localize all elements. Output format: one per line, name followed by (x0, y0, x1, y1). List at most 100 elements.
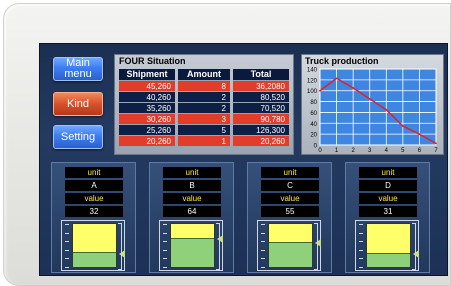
scale-tick (359, 267, 363, 268)
scale-tick (65, 267, 69, 268)
table-cell-shipment: 40,260 (119, 92, 175, 103)
table-cell-amount: 8 (178, 81, 230, 92)
table-cell-amount: 5 (178, 125, 230, 136)
x-tick-label: 1 (335, 148, 339, 154)
data-point (385, 108, 388, 111)
value-label: value (359, 193, 417, 204)
amount-column: Amount 822351 (178, 69, 230, 147)
scale-tick (163, 241, 167, 243)
scale-bracket (412, 223, 416, 270)
scale-tick (359, 258, 363, 260)
data-point (352, 87, 355, 89)
scale-tick (261, 241, 265, 243)
tank-gauge-a: unit Avalue 32 (51, 162, 136, 273)
scale-bracket (314, 223, 318, 270)
scale-tick (359, 241, 363, 243)
tank-name: A (65, 180, 123, 191)
y-tick-label: 0 (314, 144, 318, 150)
scale-tick (65, 258, 69, 260)
hmi-screen: Main menu Kind Setting FOUR Situation Sh… (39, 43, 448, 276)
main-menu-button[interactable]: Main menu (53, 57, 103, 81)
tank-fill-level (269, 242, 312, 267)
table-cell-amount: 1 (178, 136, 230, 147)
tank-level-box (355, 220, 419, 271)
chart-plot: 0 20 40 60 80 100 120 140 0 1 2 3 4 5 6 7 (307, 68, 438, 155)
table-cell-total: 80,520 (233, 92, 289, 103)
table-cell-amount: 2 (178, 103, 230, 114)
y-tick-label: 120 (307, 78, 318, 84)
scale-tick (359, 224, 363, 225)
unit-label: unit (65, 167, 123, 178)
x-tick-label: 4 (385, 148, 389, 154)
tank-value: 64 (163, 206, 221, 217)
tank-fill-level (73, 252, 116, 267)
tank-vessel (366, 223, 411, 268)
unit-label: unit (359, 167, 417, 178)
tank-gauge-d: unit Dvalue 31 (345, 162, 430, 273)
value-label: value (163, 193, 221, 204)
tank-value: 55 (261, 206, 319, 217)
table-cell-shipment: 35,260 (119, 103, 175, 114)
tank-value: 31 (359, 206, 417, 217)
total-column: Total 36,2080 80,520 70,520 90,780 126,300 20… (233, 69, 289, 147)
scale-tick (359, 249, 363, 251)
y-tick-label: 60 (310, 111, 317, 117)
y-tick-label: 40 (310, 122, 317, 128)
table-cell-shipment: 45,260 (119, 81, 175, 92)
data-point (435, 142, 437, 145)
tank-vessel (72, 223, 117, 268)
setting-button[interactable]: Setting (53, 125, 103, 149)
tank-level-box (61, 220, 125, 271)
y-tick-label: 140 (307, 68, 318, 74)
scale-tick (261, 249, 265, 251)
scale-bracket (118, 223, 122, 270)
scale-tick (163, 232, 167, 234)
table-cell-total: 90,780 (233, 114, 289, 125)
x-tick-label: 0 (318, 148, 322, 154)
data-point (401, 125, 404, 127)
table-title: FOUR Situation (119, 56, 186, 66)
unit-label: unit (261, 167, 319, 178)
x-tick-label: 5 (401, 148, 405, 154)
y-tick-label: 20 (310, 133, 317, 139)
x-tick-label: 6 (418, 148, 422, 154)
tank-level-box (257, 220, 321, 271)
column-header: Amount (178, 69, 230, 81)
situation-table-panel: FOUR Situation Shipment 45,260 40,260 35,2… (114, 54, 294, 155)
truck-production-chart: Truck production 0 20 40 60 80 100 120 140 0 1 2 3 4… (301, 54, 444, 155)
scale-tick (65, 224, 69, 225)
scale-tick (163, 224, 167, 225)
tank-gauge-b: unit Bvalue 64 (149, 162, 234, 273)
x-tick-label: 3 (368, 148, 372, 154)
scale-tick (163, 258, 167, 260)
scale-tick (359, 232, 363, 234)
table-cell-amount: 2 (178, 92, 230, 103)
tank-gauge-c: unit Cvalue 55 (247, 162, 332, 273)
table-cell-shipment: 20,260 (119, 136, 175, 147)
shipment-column: Shipment 45,260 40,260 35,260 30,260 25,260 2… (119, 69, 175, 147)
table-cell-amount: 3 (178, 114, 230, 125)
value-label: value (261, 193, 319, 204)
scale-tick (65, 232, 69, 234)
scale-tick (163, 249, 167, 251)
scale-tick (261, 232, 265, 234)
tank-value: 32 (65, 206, 123, 217)
data-point (418, 133, 421, 136)
column-header: Total (233, 69, 289, 81)
tank-name: B (163, 180, 221, 191)
scale-tick (261, 224, 265, 225)
tank-level-box (159, 220, 223, 271)
scale-tick (163, 267, 167, 268)
scale-tick (261, 267, 265, 268)
tank-vessel (170, 223, 215, 268)
x-tick-label: 2 (351, 148, 355, 154)
table-cell-shipment: 25,260 (119, 125, 175, 136)
scale-tick (65, 249, 69, 251)
column-header: Shipment (119, 69, 175, 81)
tank-name: D (359, 180, 417, 191)
kind-button[interactable]: Kind (53, 92, 103, 116)
value-label: value (65, 193, 123, 204)
tank-vessel (268, 223, 313, 268)
data-point (335, 77, 338, 80)
tank-fill-level (367, 252, 410, 267)
